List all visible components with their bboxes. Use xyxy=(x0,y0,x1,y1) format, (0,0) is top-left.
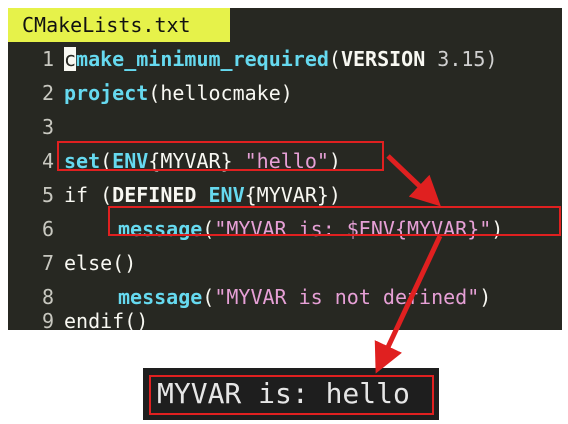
arg-token: 3.15) xyxy=(425,47,498,71)
paren-token: ( xyxy=(100,149,113,173)
command-token: project xyxy=(64,81,149,105)
code-line-7: 7 else() xyxy=(8,246,136,280)
keyword-token: DEFINED xyxy=(112,183,197,207)
line-number: 3 xyxy=(41,115,54,139)
line-number: 2 xyxy=(41,81,54,105)
line-number: 7 xyxy=(41,251,54,275)
terminal-output: MYVAR is: hello xyxy=(143,368,439,420)
line-number: 4 xyxy=(41,149,54,173)
command-token: make_minimum_required xyxy=(76,47,329,71)
code-line-1: 1 cmake_minimum_required(VERSION 3.15) xyxy=(8,42,498,76)
arg-token: (hellocmake) xyxy=(148,81,293,105)
line-number: 9 xyxy=(41,309,54,330)
code-line-2: 2 project(hellocmake) xyxy=(8,76,293,110)
code-line-5: 5 if (DEFINED ENV{MYVAR}) xyxy=(8,178,341,212)
paren-token: ( xyxy=(202,217,215,241)
line-number: 6 xyxy=(41,217,54,241)
keyword-token: ENV xyxy=(112,149,149,173)
code-line-9: 9 endif() xyxy=(8,304,148,330)
code-editor[interactable]: CMakeLists.txt 1 cmake_minimum_required(V… xyxy=(8,8,562,330)
arg-token: {MYVAR}) xyxy=(244,183,341,207)
code-line-4: 4 set(ENV{MYVAR} "hello") xyxy=(8,144,341,178)
paren-token: ) xyxy=(328,149,341,173)
command-token: endif() xyxy=(64,309,149,330)
code-line-3: 3 xyxy=(8,110,64,144)
paren-token: ( xyxy=(100,183,113,207)
string-token: "MYVAR is not defined" xyxy=(214,285,480,309)
arg-token: {MYVAR} xyxy=(148,149,245,173)
paren-token: ( xyxy=(202,285,215,309)
text-cursor: c xyxy=(64,47,77,71)
line-number: 1 xyxy=(41,47,54,71)
paren-token: ( xyxy=(328,47,341,71)
keyword-token: ENV xyxy=(208,183,245,207)
paren-token: ) xyxy=(491,217,504,241)
command-token: if xyxy=(64,183,101,207)
command-token: else() xyxy=(64,251,137,275)
file-tab[interactable]: CMakeLists.txt xyxy=(8,8,230,42)
keyword-token: VERSION xyxy=(340,47,426,71)
code-line-6: 6 message("MYVAR is: $ENV{MYVAR}") xyxy=(8,212,503,246)
string-token: "hello" xyxy=(244,149,329,173)
string-token: "MYVAR is: $ENV{MYVAR}" xyxy=(214,217,492,241)
paren-token: ) xyxy=(479,285,492,309)
command-token: set xyxy=(64,149,101,173)
command-token: message xyxy=(118,217,203,241)
line-number: 5 xyxy=(41,183,54,207)
